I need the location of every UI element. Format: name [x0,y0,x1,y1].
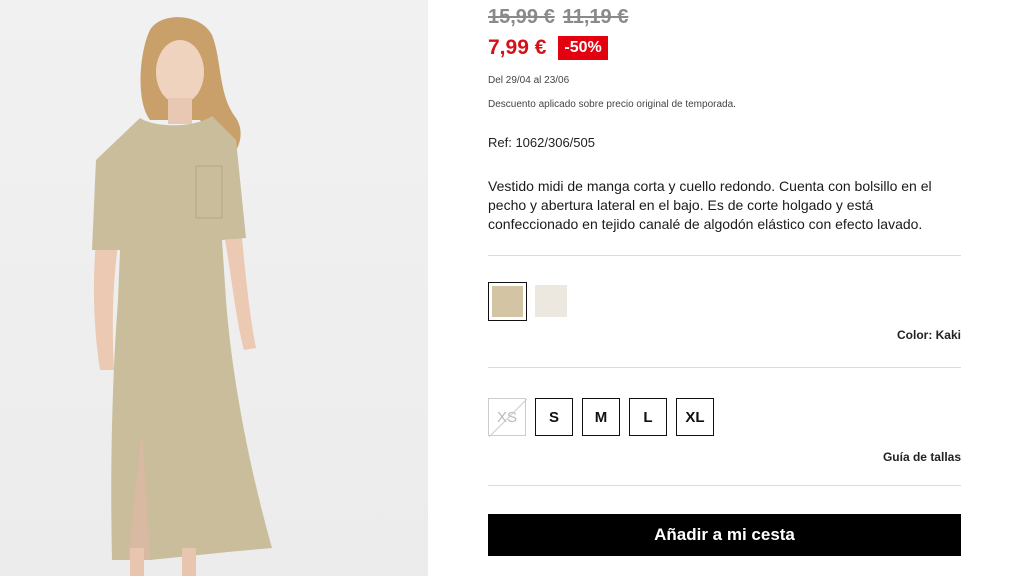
size-guide-link[interactable]: Guía de tallas [883,450,961,464]
product-image[interactable] [0,0,428,576]
size-selector: XS S M L XL [488,398,723,437]
size-s[interactable]: S [535,398,573,436]
model-photo [92,17,272,576]
selected-color-label: Color: Kaki [896,328,961,342]
product-reference: Ref: 1062/306/505 [488,135,595,150]
add-to-cart-button[interactable]: Añadir a mi cesta [488,514,961,556]
discount-badge: -50% [558,36,608,60]
price-row: 7,99 € -50% [488,36,608,60]
size-label: S [548,408,559,426]
color-swatch-crudo[interactable] [535,285,567,317]
product-info: 15,99 € 11,19 € 7,99 € -50% Del 29/04 al … [488,0,961,576]
divider [488,255,961,256]
size-xs: XS [488,398,527,437]
swatch-fill [492,286,523,317]
divider [488,485,961,486]
size-label: XL [685,408,705,426]
size-label: L [643,408,653,426]
old-price: 15,99 € [488,6,555,28]
unavailable-slash-icon [489,399,527,437]
swatch-fill [535,285,567,317]
size-label: M [594,408,608,426]
current-price: 7,99 € [488,36,547,59]
size-m[interactable]: M [582,398,620,436]
old-price: 11,19 € [562,6,629,28]
promo-dates: Del 29/04 al 23/06 [488,75,570,86]
divider [488,367,961,368]
size-l[interactable]: L [629,398,667,436]
color-swatch-kaki[interactable] [488,282,527,321]
discount-note: Descuento aplicado sobre precio original… [488,99,736,110]
size-xl[interactable]: XL [676,398,714,436]
product-description: Vestido midi de manga corta y cuello red… [488,178,932,232]
old-prices: 15,99 € 11,19 € [488,6,636,29]
